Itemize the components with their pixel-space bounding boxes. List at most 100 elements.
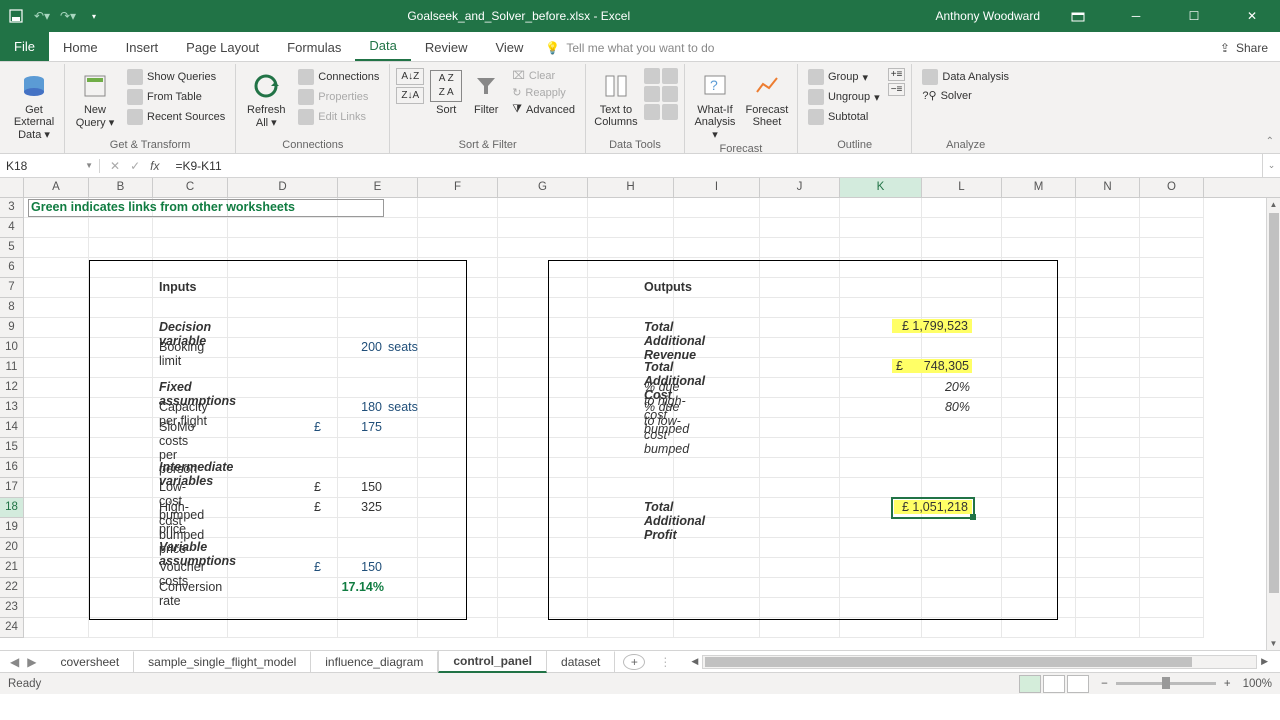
- cell[interactable]: [24, 418, 89, 438]
- cell[interactable]: [24, 598, 89, 618]
- cell[interactable]: [674, 458, 760, 478]
- cell[interactable]: [24, 278, 89, 298]
- cell[interactable]: [498, 278, 588, 298]
- cell[interactable]: [588, 598, 674, 618]
- cell[interactable]: [228, 458, 338, 478]
- reapply-button[interactable]: ↻Reapply: [508, 85, 579, 100]
- row-header-22[interactable]: 22: [0, 578, 24, 598]
- cell[interactable]: [24, 258, 89, 278]
- cell[interactable]: [228, 198, 338, 218]
- cell[interactable]: [760, 398, 840, 418]
- cell[interactable]: [418, 538, 498, 558]
- cell[interactable]: [674, 498, 760, 518]
- cell[interactable]: [1076, 538, 1140, 558]
- sheet-tab-coversheet[interactable]: coversheet: [46, 651, 134, 672]
- show-queries-button[interactable]: Show Queries: [123, 68, 229, 86]
- row-header-7[interactable]: 7: [0, 278, 24, 298]
- cell[interactable]: [588, 338, 674, 358]
- cell[interactable]: [1002, 198, 1076, 218]
- row-header-18[interactable]: 18: [0, 498, 24, 518]
- row-header-23[interactable]: 23: [0, 598, 24, 618]
- cell[interactable]: [153, 558, 228, 578]
- cell[interactable]: [1076, 338, 1140, 358]
- cell[interactable]: [418, 258, 498, 278]
- row-header-3[interactable]: 3: [0, 198, 24, 218]
- sheet-nav-next-icon[interactable]: ▶: [27, 655, 36, 669]
- cell[interactable]: [840, 218, 922, 238]
- cell[interactable]: [498, 338, 588, 358]
- flash-fill-icon[interactable]: [644, 68, 660, 84]
- cell[interactable]: [338, 518, 418, 538]
- cell[interactable]: [153, 378, 228, 398]
- cell[interactable]: [1002, 598, 1076, 618]
- cell[interactable]: [588, 578, 674, 598]
- cell[interactable]: [1076, 318, 1140, 338]
- cell[interactable]: [228, 438, 338, 458]
- cell[interactable]: [760, 578, 840, 598]
- row-header-6[interactable]: 6: [0, 258, 24, 278]
- cell[interactable]: [1002, 398, 1076, 418]
- sheet-tab-sample-flight[interactable]: sample_single_flight_model: [134, 651, 311, 672]
- cell[interactable]: [228, 498, 338, 518]
- get-external-data-button[interactable]: Get External Data ▾: [10, 68, 58, 143]
- cell[interactable]: [418, 498, 498, 518]
- row-header-20[interactable]: 20: [0, 538, 24, 558]
- row-header-15[interactable]: 15: [0, 438, 24, 458]
- cell[interactable]: [89, 258, 153, 278]
- tab-file[interactable]: File: [0, 31, 49, 61]
- cell[interactable]: [840, 318, 922, 338]
- formula-input[interactable]: =K9-K11: [169, 159, 1262, 173]
- cell[interactable]: [840, 358, 922, 378]
- cell[interactable]: [1002, 378, 1076, 398]
- row-header-17[interactable]: 17: [0, 478, 24, 498]
- cell[interactable]: [922, 358, 1002, 378]
- horizontal-scrollbar[interactable]: ◀ ▶: [687, 655, 1272, 669]
- cell[interactable]: [1076, 278, 1140, 298]
- cell[interactable]: [338, 338, 418, 358]
- cell[interactable]: [674, 258, 760, 278]
- cell[interactable]: [922, 498, 1002, 518]
- cell[interactable]: [498, 238, 588, 258]
- cell[interactable]: [760, 538, 840, 558]
- cell[interactable]: [588, 218, 674, 238]
- cell[interactable]: [228, 618, 338, 638]
- cell[interactable]: [840, 458, 922, 478]
- cell[interactable]: [418, 518, 498, 538]
- new-sheet-button[interactable]: +: [623, 654, 645, 670]
- cell[interactable]: [498, 318, 588, 338]
- cell[interactable]: [674, 358, 760, 378]
- col-header-a[interactable]: A: [24, 178, 89, 197]
- remove-duplicates-icon[interactable]: [644, 86, 660, 102]
- tab-review[interactable]: Review: [411, 34, 482, 61]
- cell[interactable]: [588, 298, 674, 318]
- ribbon-display-icon[interactable]: [1058, 2, 1098, 30]
- cell[interactable]: [89, 418, 153, 438]
- cell[interactable]: [418, 458, 498, 478]
- share-button[interactable]: ⇪ Share: [1220, 41, 1268, 61]
- forecast-sheet-button[interactable]: Forecast Sheet: [743, 68, 791, 130]
- cell[interactable]: [1076, 298, 1140, 318]
- cell[interactable]: [418, 398, 498, 418]
- new-query-button[interactable]: New Query ▾: [71, 68, 119, 131]
- row-header-24[interactable]: 24: [0, 618, 24, 638]
- cell[interactable]: [588, 538, 674, 558]
- cell[interactable]: [338, 278, 418, 298]
- cell[interactable]: [1002, 558, 1076, 578]
- col-header-d[interactable]: D: [228, 178, 338, 197]
- cell[interactable]: [153, 498, 228, 518]
- advanced-button[interactable]: ⧩Advanced: [508, 102, 579, 117]
- cell[interactable]: [1140, 438, 1204, 458]
- row-header-4[interactable]: 4: [0, 218, 24, 238]
- cell[interactable]: [1140, 218, 1204, 238]
- cell[interactable]: [674, 438, 760, 458]
- cell[interactable]: [418, 218, 498, 238]
- cell[interactable]: [760, 458, 840, 478]
- cell[interactable]: [338, 438, 418, 458]
- cell[interactable]: [228, 478, 338, 498]
- cell[interactable]: [674, 598, 760, 618]
- cell[interactable]: [498, 618, 588, 638]
- zoom-slider[interactable]: [1116, 682, 1216, 685]
- sheet-tab-control-panel[interactable]: control_panel: [438, 650, 547, 673]
- name-box-dropdown-icon[interactable]: ▼: [85, 161, 93, 170]
- cell[interactable]: [89, 238, 153, 258]
